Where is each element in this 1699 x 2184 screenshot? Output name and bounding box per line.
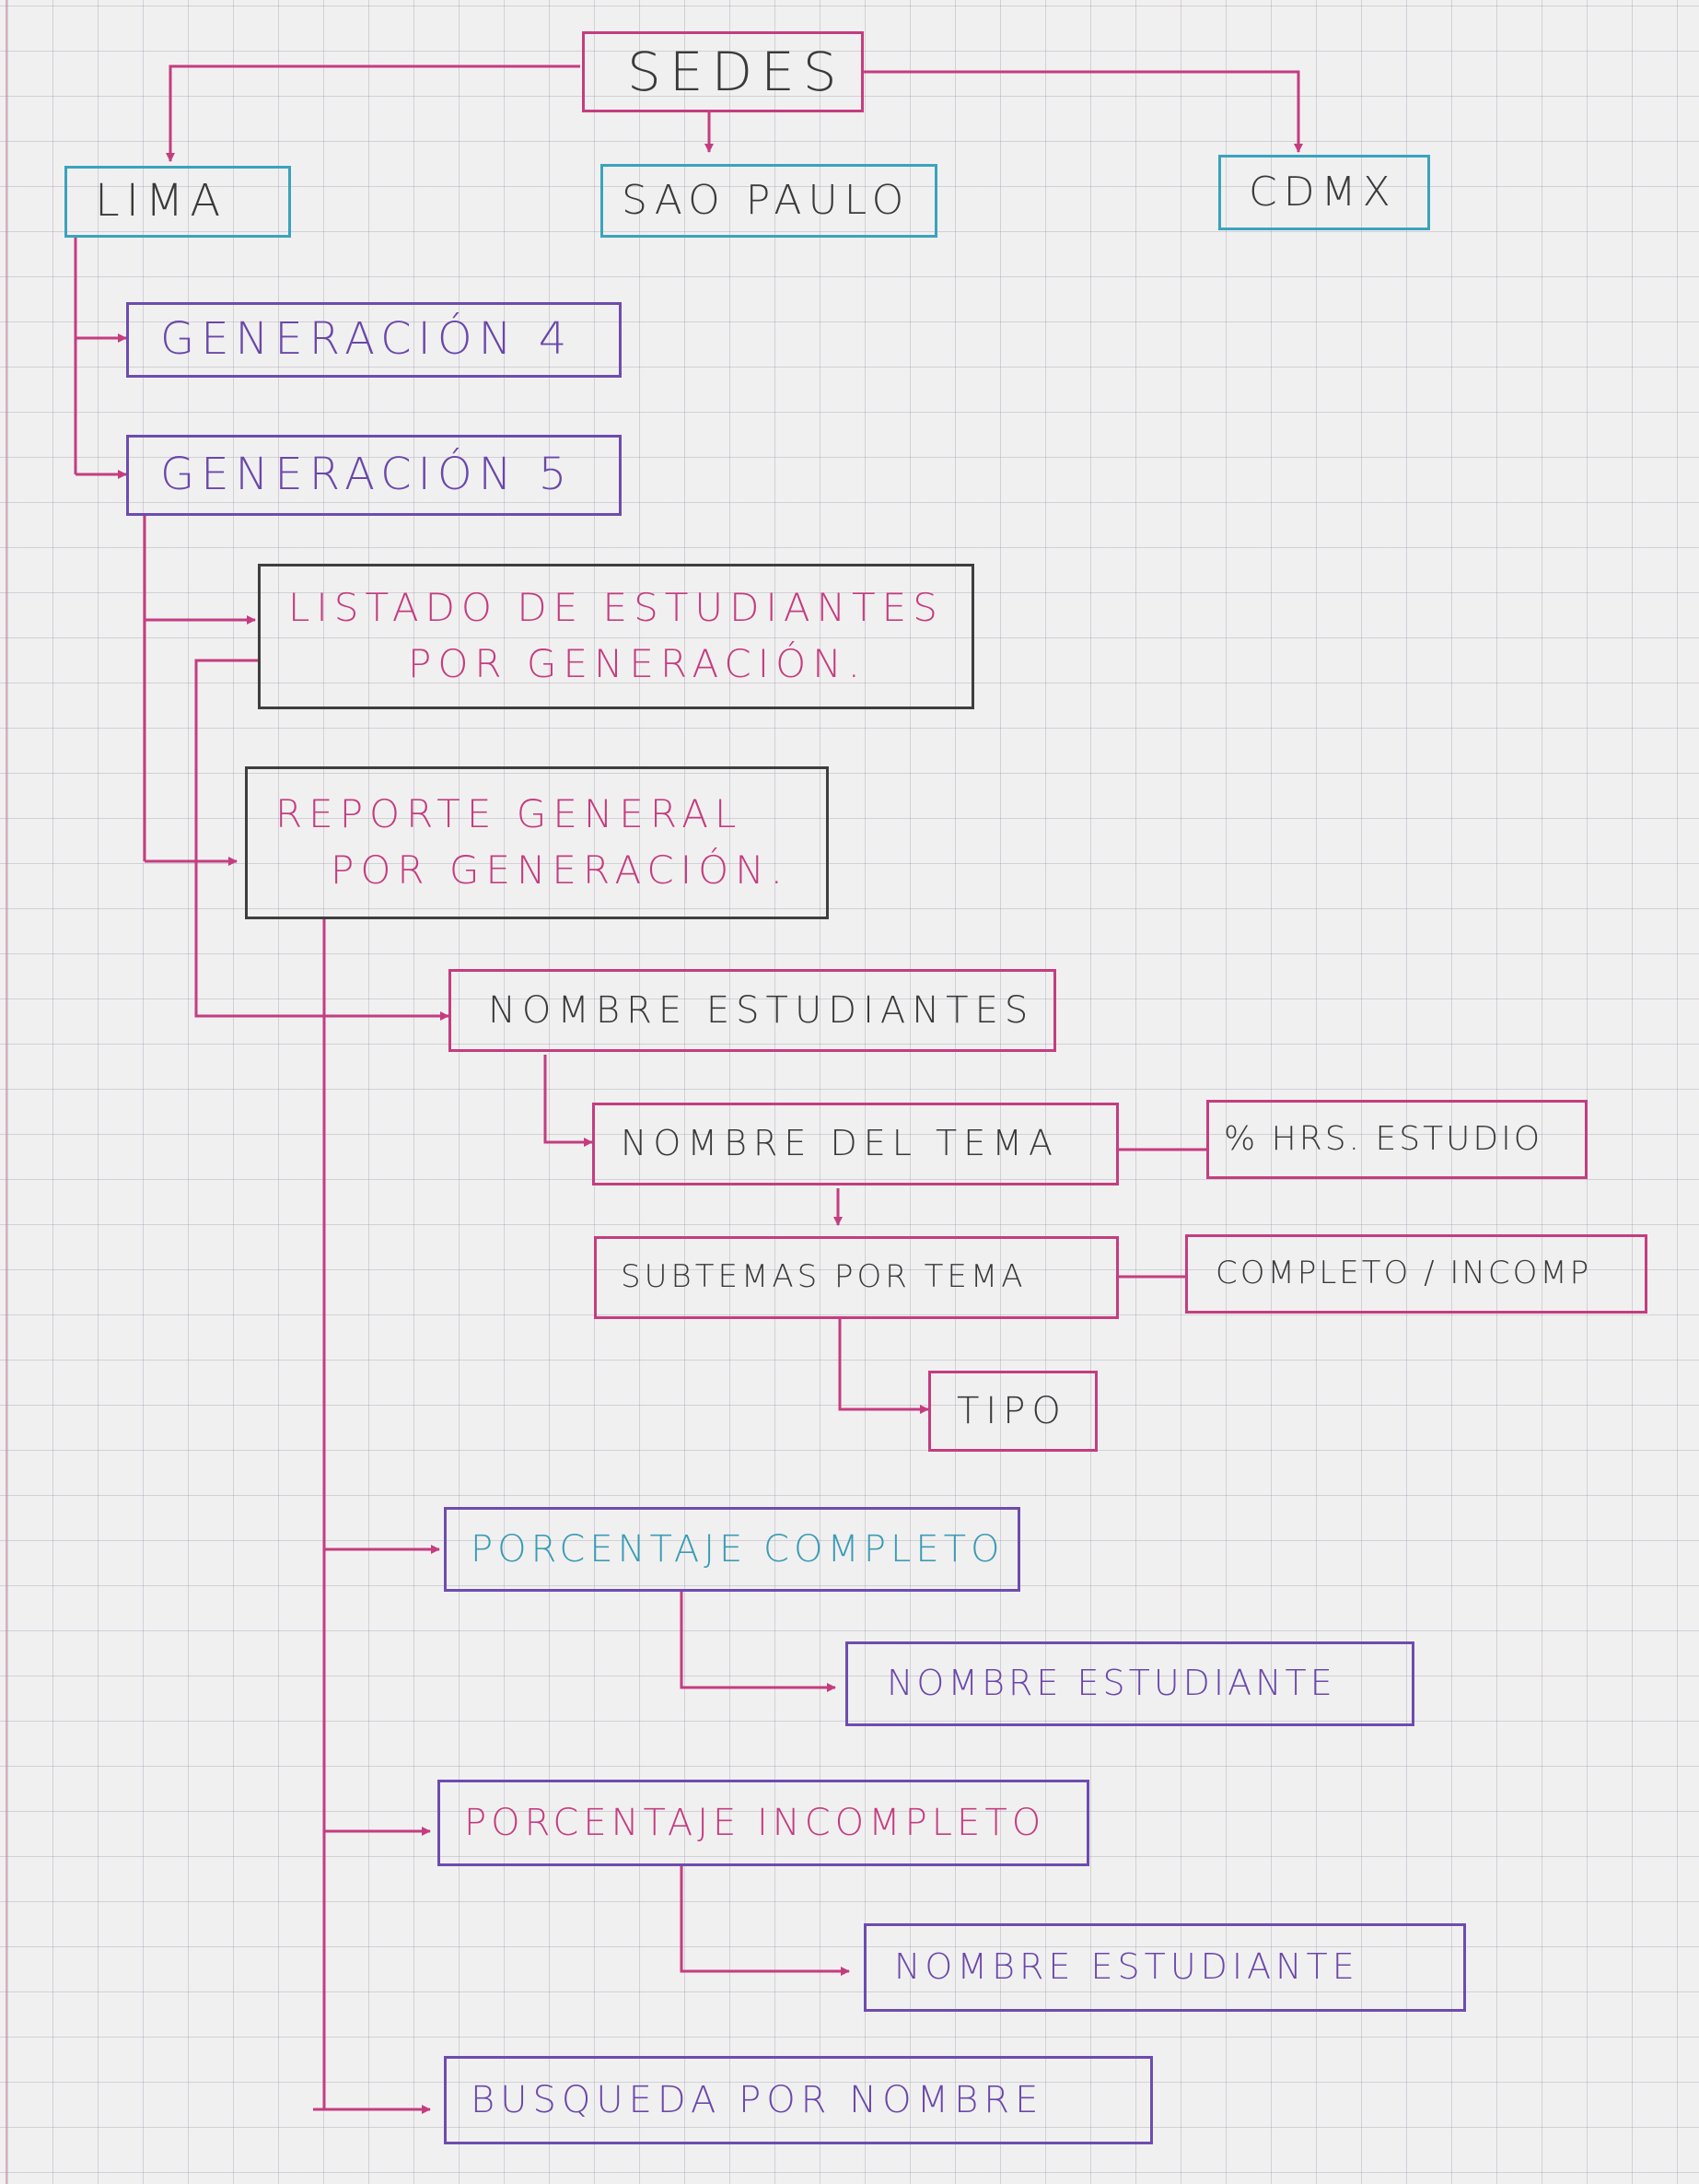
arrow-incompleto-nombre xyxy=(680,1866,850,1976)
node-sedes: SEDES xyxy=(582,31,864,112)
node-generacion-5: GENERACIÓN 5 xyxy=(126,435,622,516)
node-lima: LIMA xyxy=(64,166,291,238)
node-sedes-label: SEDES xyxy=(627,40,845,103)
arrow-nombres-tema xyxy=(543,1055,593,1147)
node-hrs-estudio: % HRS. ESTUDIO xyxy=(1206,1100,1588,1179)
arrow-sedes-cdmx xyxy=(864,70,1303,153)
node-cdmx: CDMX xyxy=(1218,155,1430,230)
node-cdmx-label: CDMX xyxy=(1249,169,1397,216)
node-nombre-estudiante-2: NOMBRE ESTUDIANTE xyxy=(864,1923,1466,2012)
node-subtemas: SUBTEMAS POR TEMA xyxy=(594,1236,1119,1319)
node-completo-incomp-label: COMPLETO / INCOMP xyxy=(1216,1255,1592,1292)
node-tipo-label: TIPO xyxy=(957,1390,1067,1432)
node-nombre-estudiante-2-label: NOMBRE ESTUDIANTE xyxy=(894,1946,1359,1988)
node-porcentaje-completo: PORCENTAJE COMPLETO xyxy=(444,1507,1020,1592)
node-nombre-estudiantes-label: NOMBRE ESTUDIANTES xyxy=(488,989,1035,1032)
node-listado-line-1: LISTADO DE ESTUDIANTES xyxy=(288,585,944,631)
node-nombre-estudiantes: NOMBRE ESTUDIANTES xyxy=(448,969,1056,1052)
node-nombre-tema-label: NOMBRE DEL TEMA xyxy=(621,1123,1060,1164)
node-generacion-4: GENERACIÓN 4 xyxy=(126,302,622,378)
node-porcentaje-incompleto: PORCENTAJE INCOMPLETO xyxy=(437,1780,1089,1866)
node-busqueda-nombre: BUSQUEDA POR NOMBRE xyxy=(444,2056,1153,2144)
node-generacion-4-label: GENERACIÓN 4 xyxy=(160,313,574,366)
node-hrs-estudio-label: % HRS. ESTUDIO xyxy=(1224,1119,1543,1158)
node-listado-estudiantes: LISTADO DE ESTUDIANTES POR GENERACIÓN. xyxy=(258,564,974,709)
node-sao-paulo: SAO PAULO xyxy=(600,164,937,238)
node-porcentaje-completo-label: PORCENTAJE COMPLETO xyxy=(471,1528,1005,1571)
node-porcentaje-incompleto-label: PORCENTAJE INCOMPLETO xyxy=(464,1802,1046,1844)
node-nombre-estudiante-1-label: NOMBRE ESTUDIANTE xyxy=(887,1663,1336,1704)
node-reporte-general: REPORTE GENERAL POR GENERACIÓN. xyxy=(245,766,829,919)
node-reporte-line-2: POR GENERACIÓN. xyxy=(331,847,789,893)
node-sao-paulo-label: SAO PAULO xyxy=(622,177,911,225)
node-busqueda-nombre-label: BUSQUEDA POR NOMBRE xyxy=(471,2079,1044,2121)
arrow-subtemas-tipo xyxy=(838,1319,929,1414)
node-completo-incomp: COMPLETO / INCOMP xyxy=(1185,1234,1647,1314)
node-generacion-5-label: GENERACIÓN 5 xyxy=(160,449,574,501)
node-tipo: TIPO xyxy=(928,1371,1098,1452)
arrow-sedes-lima xyxy=(166,64,580,162)
node-lima-label: LIMA xyxy=(95,175,227,228)
node-reporte-line-1: REPORTE GENERAL xyxy=(275,791,743,837)
node-nombre-estudiante-1: NOMBRE ESTUDIANTE xyxy=(845,1641,1414,1726)
node-listado-line-2: POR GENERACIÓN. xyxy=(408,641,867,686)
arrow-completo-nombre xyxy=(680,1592,836,1692)
node-nombre-tema: NOMBRE DEL TEMA xyxy=(592,1103,1119,1185)
node-subtemas-label: SUBTEMAS POR TEMA xyxy=(621,1258,1027,1296)
